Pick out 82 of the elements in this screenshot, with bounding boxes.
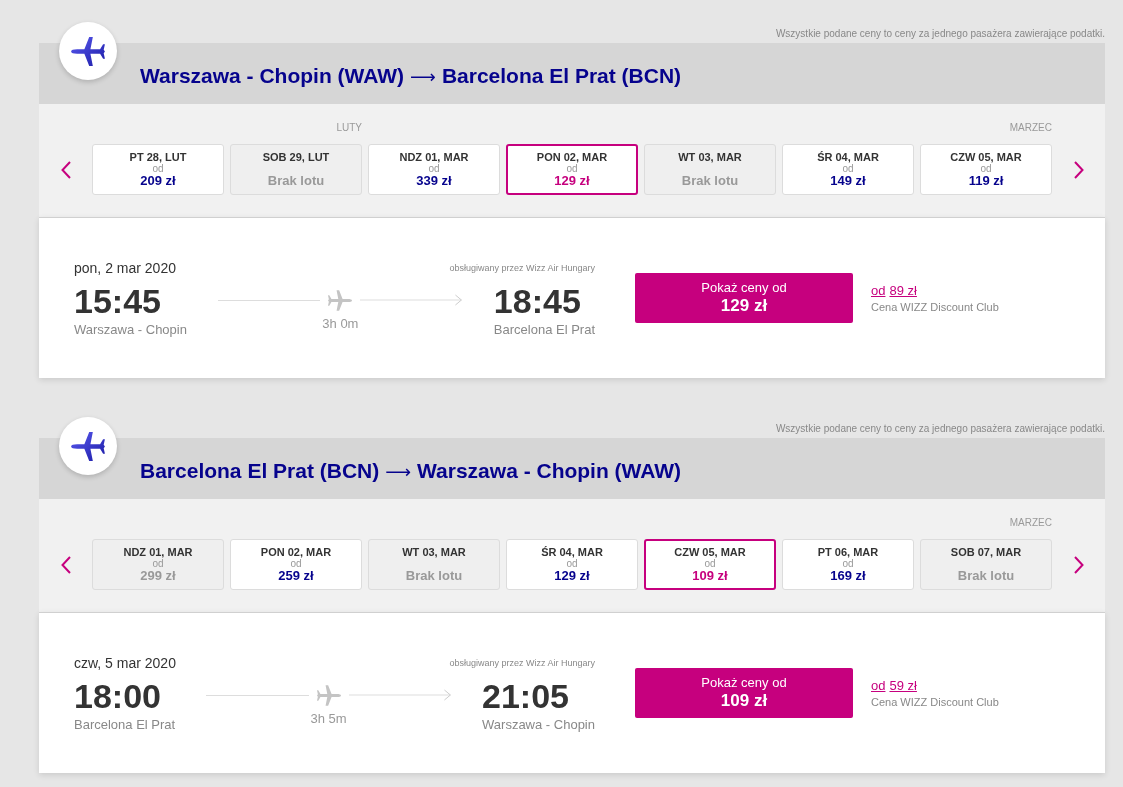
no-flight-label: Brak lotu [267,174,325,188]
day-label: PT 28, LUT [129,150,187,164]
show-prices-button[interactable]: Pokaż ceny od 129 zł [635,273,853,323]
price-label: 109 zł [692,569,728,583]
day-label: NDZ 01, MAR [399,150,469,164]
show-prices-button[interactable]: Pokaż ceny od 109 zł [635,668,853,718]
price-label: 149 zł [830,174,866,188]
no-flight-label: Brak lotu [957,569,1015,583]
plane-icon [59,417,117,475]
day-label: NDZ 01, MAR [123,545,193,559]
price-label: 129 zł [554,569,590,583]
flight-date: czw, 5 mar 2020 [74,654,176,672]
date-card[interactable]: CZW 05, MAR od 109 zł [644,539,776,590]
day-label: PON 02, MAR [260,545,332,559]
day-label: WT 03, MAR [402,545,466,559]
price-label: 129 zł [554,174,590,188]
arrival-time: 18:45 [493,281,581,321]
chevron-right-icon [1073,160,1084,179]
club-price-caption: Cena WIZZ Discount Club [871,300,999,314]
day-label: SOB 29, LUT [262,150,330,164]
price-label: 259 zł [278,569,314,583]
chevron-left-icon [60,160,71,179]
date-card[interactable]: NDZ 01, MAR od 339 zł [368,144,500,195]
day-label: WT 03, MAR [678,150,742,164]
month-label: MARZEC [1009,122,1052,134]
date-card[interactable]: ŚR 04, MAR od 149 zł [782,144,914,195]
arrival-airport: Barcelona El Prat [493,321,595,339]
day-label: ŚR 04, MAR [817,150,879,164]
from-label: od [842,559,854,569]
day-label: SOB 07, MAR [950,545,1022,559]
price-note: Wszystkie podane ceny to ceny za jednego pasażera zawierające podatki. [775,422,1105,435]
club-price-caption: Cena WIZZ Discount Club [871,695,999,709]
arrival-airport: Warszawa - Chopin [482,716,595,734]
day-label: ŚR 04, MAR [541,545,603,559]
club-price-link[interactable]: od 89 zł [871,283,917,299]
chevron-right-icon [1073,555,1084,574]
from-label: od [566,164,578,174]
route-title: Barcelona El Prat (BCN) ⟶ Warszawa - Chopin (WAW) [140,457,682,484]
date-card[interactable]: PT 06, MAR od 169 zł [782,539,914,590]
price-label: 119 zł [968,174,1004,188]
plane-icon [328,289,353,311]
day-label: PT 06, MAR [817,545,879,559]
date-card[interactable]: ŚR 04, MAR od 129 zł [506,539,638,590]
price-label: 299 zł [140,569,176,583]
departure-time: 18:00 [74,676,161,716]
price-note: Wszystkie podane ceny to ceny za jednego pasażera zawierające podatki. [775,27,1105,40]
from-label: od [566,559,578,569]
no-flight-label: Brak lotu [405,569,463,583]
date-card[interactable]: CZW 05, MAR od 119 zł [920,144,1052,195]
month-label: MARZEC [1009,517,1052,529]
day-label: CZW 05, MAR [674,545,746,559]
price-label: 209 zł [140,174,176,188]
departure-airport: Warszawa - Chopin [74,321,187,339]
operator-note: obsługiwany przez Wizz Air Hungary [449,657,595,669]
price-label: 169 zł [830,569,866,583]
flight-date: pon, 2 mar 2020 [74,259,176,277]
chevron-left-icon [60,555,71,574]
date-card[interactable]: PON 02, MAR od 129 zł [506,144,638,195]
plane-icon [316,684,341,706]
from-label: od [290,559,302,569]
from-label: od [842,164,854,174]
operator-note: obsługiwany przez Wizz Air Hungary [449,262,595,274]
from-label: od [980,164,992,174]
departure-airport: Barcelona El Prat [74,716,176,734]
flight-duration: 3h 0m [322,316,359,332]
date-card[interactable]: PT 28, LUT od 209 zł [92,144,224,195]
price-label: 339 zł [416,174,452,188]
club-price-link[interactable]: od 59 zł [871,678,917,694]
flight-duration: 3h 5m [310,711,347,727]
route-title: Warszawa - Chopin (WAW) ⟶ Barcelona El Prat (BCN) [140,62,682,89]
plane-icon [59,22,117,80]
from-label: od [428,164,440,174]
day-label: PON 02, MAR [536,150,608,164]
month-label: LUTY [336,122,362,134]
date-card[interactable]: PON 02, MAR od 259 zł [230,539,362,590]
departure-time: 15:45 [74,281,161,321]
from-label: od [704,559,716,569]
from-label: od [152,164,164,174]
arrival-time: 21:05 [482,676,569,716]
from-label: od [152,559,164,569]
day-label: CZW 05, MAR [950,150,1022,164]
no-flight-label: Brak lotu [681,174,739,188]
